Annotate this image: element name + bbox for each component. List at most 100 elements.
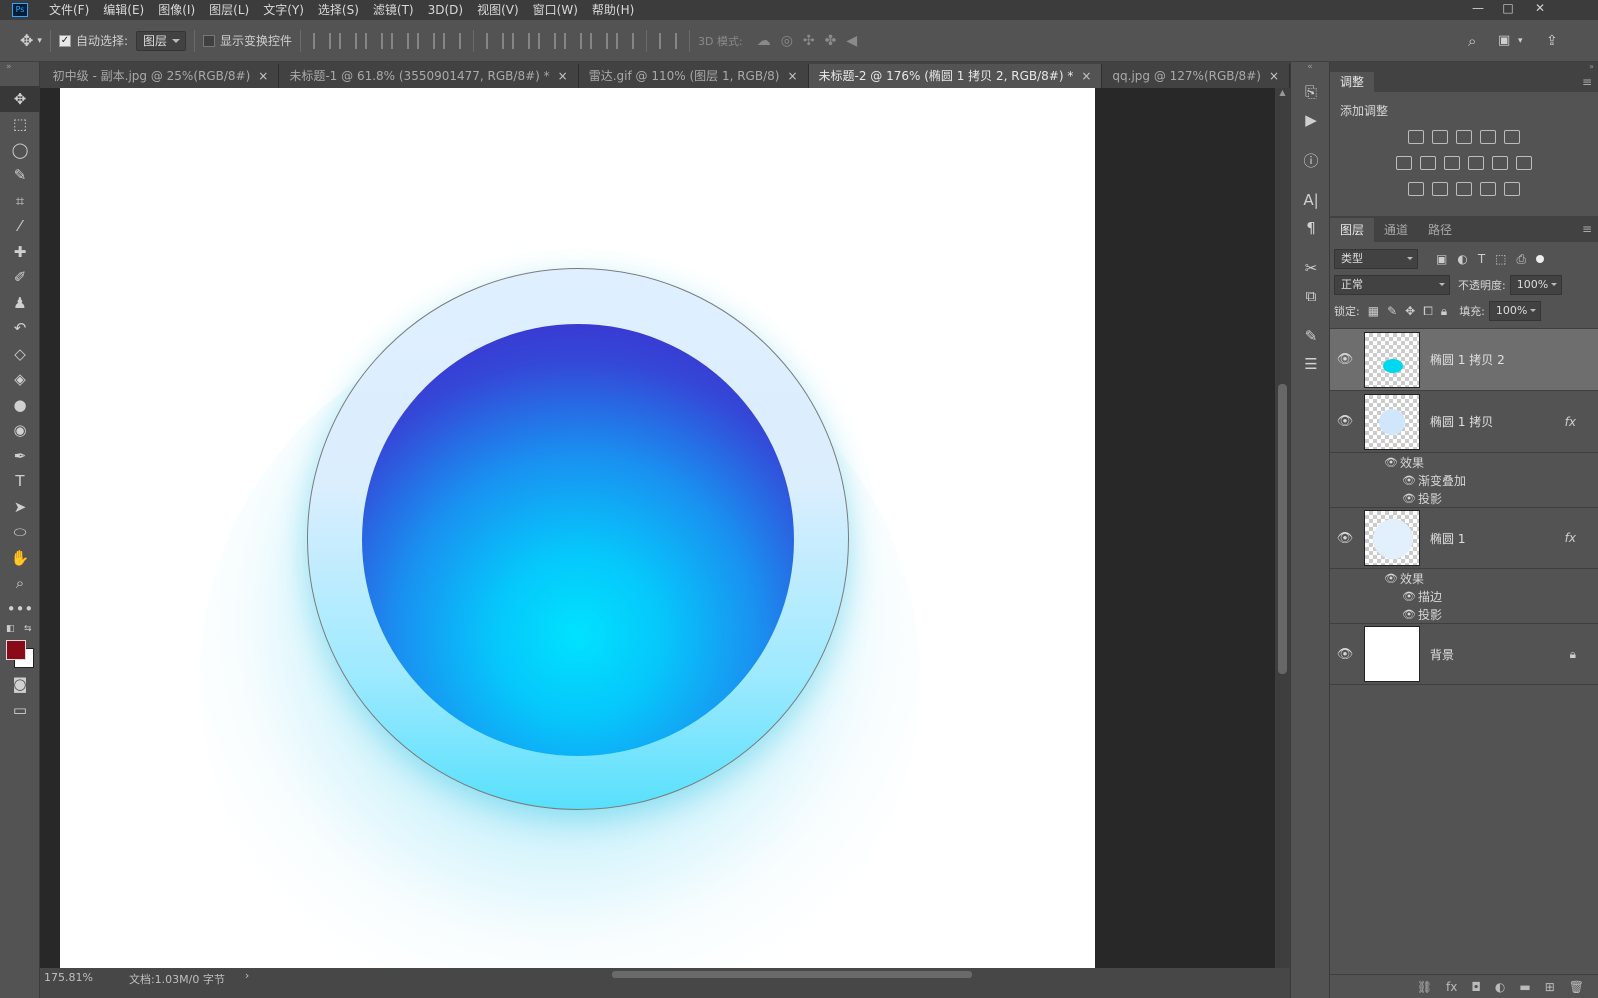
tools-preset-icon[interactable]: ✂ bbox=[1291, 254, 1331, 282]
add-mask-icon[interactable]: ◘ bbox=[1471, 980, 1481, 994]
lock-artboard-icon[interactable]: ⧠ bbox=[1423, 304, 1433, 319]
layer-filter-select[interactable]: 类型 bbox=[1334, 249, 1418, 269]
auto-align-icon[interactable] bbox=[659, 32, 678, 49]
channel-mixer-icon[interactable] bbox=[1492, 156, 1508, 170]
swap-colors-icon[interactable]: ⇆ bbox=[24, 624, 32, 634]
panel-menu-icon[interactable]: ≡ bbox=[1582, 222, 1592, 236]
tab-document-2[interactable]: 未标题-1 @ 61.8% (3550901477, RGB/8#) * × bbox=[279, 64, 579, 88]
tab-adjustments[interactable]: 调整 bbox=[1330, 72, 1375, 92]
auto-select-toggle[interactable]: ✓ 自动选择: bbox=[58, 32, 128, 49]
color-lookup-icon[interactable] bbox=[1516, 156, 1532, 170]
lasso-tool-icon[interactable]: ◯ bbox=[0, 137, 40, 163]
brushes-panel-icon[interactable]: ✎ bbox=[1291, 322, 1331, 350]
filter-toggle-icon[interactable] bbox=[1536, 255, 1545, 263]
quick-mask-icon[interactable]: ◙ bbox=[0, 672, 40, 698]
brightness-icon[interactable] bbox=[1408, 130, 1424, 144]
menu-view[interactable]: 视图(V) bbox=[470, 0, 526, 20]
effect-item[interactable]: 👁︎ 投影 bbox=[1382, 489, 1598, 507]
tool-preset-chevron-icon[interactable]: ▾ bbox=[37, 36, 42, 46]
menu-file[interactable]: 文件(F) bbox=[42, 0, 96, 20]
ellipse-tool-icon[interactable]: ⬭ bbox=[0, 520, 40, 546]
actions-panel-icon[interactable]: ▶ bbox=[1291, 106, 1331, 134]
menu-help[interactable]: 帮助(H) bbox=[585, 0, 641, 20]
crop-tool-icon[interactable]: ⌗ bbox=[0, 188, 40, 214]
checkbox-unchecked-icon[interactable] bbox=[203, 34, 215, 47]
layer-effects-icon[interactable]: fx bbox=[1565, 531, 1576, 545]
posterize-icon[interactable] bbox=[1432, 182, 1448, 196]
visibility-eye-icon[interactable]: 👁︎ bbox=[1330, 414, 1360, 429]
tab-paths[interactable]: 路径 bbox=[1418, 218, 1462, 242]
visibility-eye-icon[interactable]: 👁︎ bbox=[1382, 572, 1400, 585]
marquee-tool-icon[interactable]: ⬚ bbox=[0, 112, 40, 138]
distribute-top-icon[interactable] bbox=[486, 32, 505, 49]
canvas-area[interactable] bbox=[40, 88, 1275, 968]
new-adjustment-icon[interactable]: ◐ bbox=[1495, 980, 1505, 994]
more-tools-icon[interactable]: ••• bbox=[0, 596, 40, 622]
align-hcenter-icon[interactable] bbox=[417, 32, 436, 49]
link-layers-icon[interactable]: ⛓ bbox=[1417, 980, 1432, 994]
share-icon[interactable]: ⇪ bbox=[1546, 33, 1558, 49]
workspace-chevron-icon[interactable]: ▾ bbox=[1518, 36, 1523, 46]
menu-image[interactable]: 图像(I) bbox=[151, 0, 202, 20]
history-panel-icon[interactable]: ⎘ bbox=[1291, 78, 1331, 106]
paragraph-panel-icon[interactable]: ¶ bbox=[1291, 214, 1331, 242]
layer-row[interactable]: 👁︎ 背景 🔒︎ bbox=[1330, 623, 1598, 685]
quick-select-tool-icon[interactable]: ✎ bbox=[0, 163, 40, 189]
lock-all-icon[interactable]: 🔒︎ bbox=[1441, 304, 1447, 319]
layer-row[interactable]: 👁︎ 椭圆 1 拷贝 2 bbox=[1330, 329, 1598, 391]
panel-menu-icon[interactable]: ≡ bbox=[1582, 75, 1592, 89]
threshold-icon[interactable] bbox=[1456, 182, 1472, 196]
distribute-hcenter-icon[interactable] bbox=[590, 32, 609, 49]
libraries-panel-icon[interactable]: ⧉ bbox=[1291, 282, 1331, 310]
paint-bucket-tool-icon[interactable]: ◈ bbox=[0, 367, 40, 393]
filter-shape-icon[interactable]: ⬚ bbox=[1495, 252, 1506, 266]
distribute-bottom-icon[interactable] bbox=[538, 32, 557, 49]
screen-mode-icon[interactable]: ▭ bbox=[0, 697, 40, 723]
effects-header[interactable]: 👁︎ 效果 bbox=[1382, 569, 1598, 587]
layer-name[interactable]: 背景 bbox=[1430, 646, 1454, 663]
character-panel-icon[interactable]: A| bbox=[1291, 186, 1331, 214]
align-bottom-icon[interactable] bbox=[365, 32, 384, 49]
close-window-button[interactable]: ✕ bbox=[1526, 0, 1554, 20]
gradient-map-icon[interactable] bbox=[1504, 182, 1520, 196]
visibility-eye-icon[interactable]: 👁︎ bbox=[1330, 647, 1360, 662]
document-canvas[interactable] bbox=[60, 88, 1095, 968]
menu-edit[interactable]: 编辑(E) bbox=[96, 0, 151, 20]
scroll-up-icon[interactable]: ▲ bbox=[1275, 88, 1290, 97]
layer-row[interactable]: 👁︎ 椭圆 1 fx bbox=[1330, 507, 1598, 569]
exposure-icon[interactable] bbox=[1480, 130, 1496, 144]
maximize-button[interactable]: □ bbox=[1494, 0, 1522, 20]
visibility-eye-icon[interactable]: 👁︎ bbox=[1400, 608, 1418, 621]
close-tab-icon[interactable]: × bbox=[558, 69, 568, 83]
effect-item[interactable]: 👁︎ 渐变叠加 bbox=[1382, 471, 1598, 489]
visibility-eye-icon[interactable]: 👁︎ bbox=[1400, 492, 1418, 505]
status-menu-chevron-icon[interactable]: › bbox=[245, 969, 249, 982]
foreground-color-swatch[interactable] bbox=[6, 639, 26, 660]
info-panel-icon[interactable]: ⓘ bbox=[1291, 146, 1331, 174]
history-brush-tool-icon[interactable]: ↶ bbox=[0, 316, 40, 342]
align-vcenter-icon[interactable] bbox=[339, 32, 358, 49]
toolbar-collapse-icon[interactable]: » bbox=[0, 62, 39, 86]
move-tool-icon[interactable]: ✥ bbox=[20, 31, 33, 50]
path-select-tool-icon[interactable]: ➤ bbox=[0, 494, 40, 520]
close-tab-icon[interactable]: × bbox=[787, 69, 797, 83]
inner-gradient-ellipse[interactable] bbox=[362, 324, 794, 756]
pen-tool-icon[interactable]: ✒ bbox=[0, 443, 40, 469]
type-tool-icon[interactable]: T bbox=[0, 469, 40, 495]
photo-filter-icon[interactable] bbox=[1468, 156, 1484, 170]
zoom-tool-icon[interactable]: ⌕ bbox=[0, 571, 40, 597]
layer-name[interactable]: 椭圆 1 拷贝 bbox=[1430, 413, 1493, 430]
layer-row[interactable]: 👁︎ 椭圆 1 拷贝 fx bbox=[1330, 391, 1598, 453]
lock-position-icon[interactable]: ✥ bbox=[1405, 304, 1415, 318]
default-colors-icon[interactable]: ◧ bbox=[6, 624, 15, 634]
stamp-tool-icon[interactable]: ♟ bbox=[0, 290, 40, 316]
eraser-tool-icon[interactable]: ◇ bbox=[0, 341, 40, 367]
menu-window[interactable]: 窗口(W) bbox=[526, 0, 585, 20]
filter-adjustment-icon[interactable]: ◐ bbox=[1457, 252, 1467, 266]
effect-item[interactable]: 👁︎ 投影 bbox=[1382, 605, 1598, 623]
lock-pixels-icon[interactable]: ✎ bbox=[1387, 304, 1397, 318]
layer-effects-icon[interactable]: fx bbox=[1565, 415, 1576, 429]
visibility-eye-icon[interactable]: 👁︎ bbox=[1400, 474, 1418, 487]
close-tab-icon[interactable]: × bbox=[1081, 69, 1091, 83]
auto-select-dropdown[interactable]: 图层 bbox=[135, 30, 186, 51]
